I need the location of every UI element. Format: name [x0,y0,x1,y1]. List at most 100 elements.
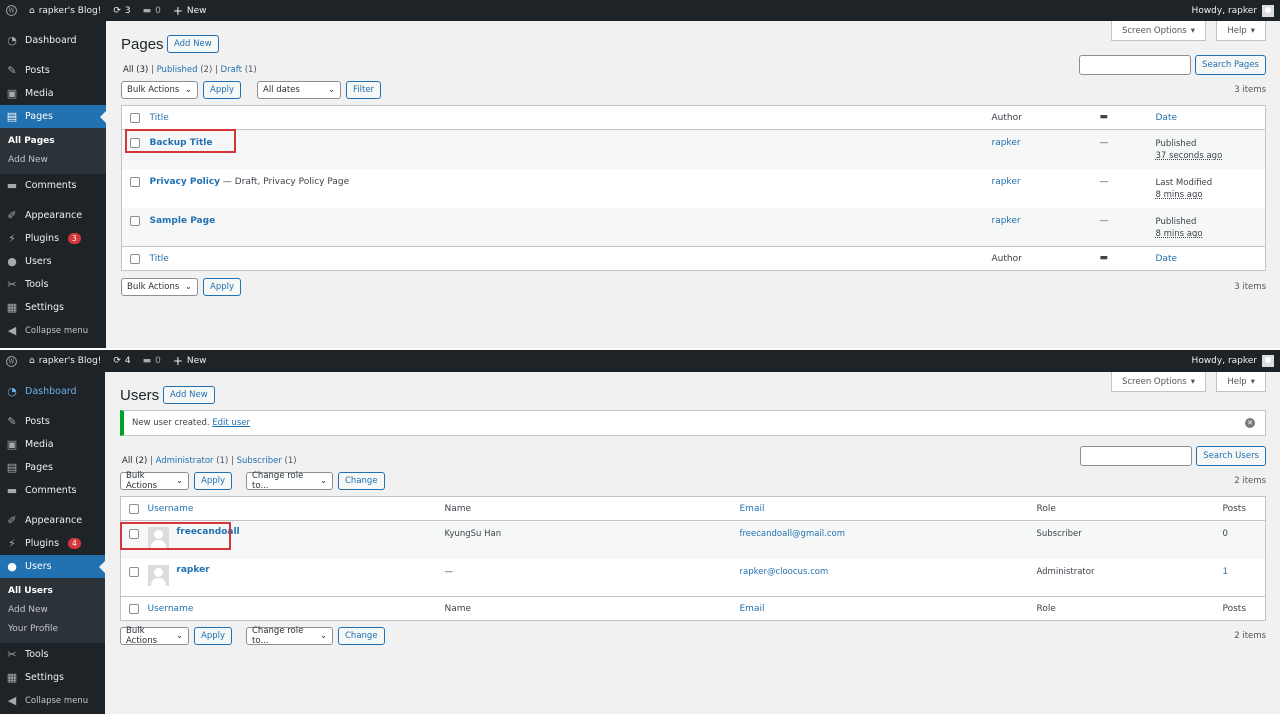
menu-tools[interactable]: ✂ Tools [0,643,105,666]
submenu-add-new[interactable]: Add New [0,601,105,620]
author-link[interactable]: rapker [992,177,1021,187]
row-checkbox[interactable] [129,529,139,539]
menu-pages[interactable]: ▤ Pages [0,456,105,479]
menu-tools[interactable]: ✂ Tools [0,273,106,296]
select-all-checkbox[interactable] [129,504,139,514]
filter-draft[interactable]: Draft (1) [221,65,257,75]
site-name-link[interactable]: ⌂ rapker's Blog! [23,0,107,21]
help-button[interactable]: Help ▾ [1216,372,1266,392]
bulk-actions-select[interactable]: Bulk Actions ⌄ [120,471,189,491]
help-button[interactable]: Help ▾ [1216,21,1266,41]
updates-link[interactable]: ⟳ 4 [107,350,136,372]
page-title-link[interactable]: Sample Page [150,216,216,226]
select-all-checkbox-footer[interactable] [129,604,139,614]
menu-comments[interactable]: ▬ Comments [0,479,105,502]
wordpress-logo-icon[interactable]: W [0,350,23,372]
filter-all[interactable]: All (3) [123,65,148,75]
menu-appearance[interactable]: ✐ Appearance [0,509,105,532]
my-account[interactable]: Howdy, rapker [1192,4,1280,17]
change-role-button[interactable]: Change [338,472,385,490]
row-checkbox[interactable] [130,176,140,187]
edit-user-link[interactable]: Edit user [212,418,250,428]
menu-plugins[interactable]: ⚡ Plugins 4 [0,532,105,555]
comments-column-icon[interactable]: ▬ [1100,247,1156,271]
author-link[interactable]: rapker [992,138,1021,148]
menu-collapse[interactable]: ◀ Collapse menu [0,689,105,712]
filter-published[interactable]: Published (2) [157,65,213,75]
title-column-footer[interactable]: Title [150,254,169,264]
apply-button[interactable]: Apply [203,81,241,99]
bulk-actions-select-bottom[interactable]: Bulk Actions ⌄ [121,278,198,296]
menu-plugins[interactable]: ⚡ Plugins 3 [0,227,106,250]
submenu-your-profile[interactable]: Your Profile [0,620,105,639]
email-link[interactable]: rapker@cloocus.com [740,567,829,577]
username-column-header[interactable]: Username [148,504,194,514]
search-pages-input[interactable] [1079,55,1192,75]
page-title-link[interactable]: Backup Title [150,138,213,148]
apply-button[interactable]: Apply [194,472,232,490]
menu-dashboard[interactable]: ◔ Dashboard [0,380,105,403]
change-role-select[interactable]: Change role to... ⌄ [246,471,333,491]
menu-settings[interactable]: ▦ Settings [0,666,105,689]
site-name-link[interactable]: ⌂ rapker's Blog! [23,350,107,372]
posts-count-link[interactable]: 1 [1223,567,1228,577]
bulk-actions-select-bottom[interactable]: Bulk Actions ⌄ [120,626,189,646]
menu-dashboard[interactable]: ◔ Dashboard [0,29,106,52]
apply-button-bottom[interactable]: Apply [194,627,232,645]
new-content-link[interactable]: + New [167,0,213,21]
filter-subscriber[interactable]: Subscriber (1) [237,456,297,466]
add-new-user-button[interactable]: Add New [163,386,215,404]
search-users-input[interactable] [1080,446,1193,466]
email-link[interactable]: freecandoall@gmail.com [740,529,846,539]
menu-users[interactable]: ● Users [0,250,106,273]
menu-settings[interactable]: ▦ Settings [0,296,106,319]
filter-all[interactable]: All (2) [122,456,147,466]
updates-link[interactable]: ⟳ 3 [107,0,136,21]
menu-comments[interactable]: ▬ Comments [0,174,106,197]
row-checkbox[interactable] [130,138,140,148]
comments-link[interactable]: ▬ 0 [137,0,167,21]
submenu-add-new[interactable]: Add New [0,151,106,170]
title-column-header[interactable]: Title [150,113,169,123]
menu-users[interactable]: ● Users [0,555,105,578]
username-column-footer[interactable]: Username [148,604,194,614]
filter-button[interactable]: Filter [346,81,382,99]
comments-column-icon[interactable]: ▬ [1100,106,1156,130]
dismiss-icon[interactable]: ✕ [1245,418,1255,428]
email-column-footer[interactable]: Email [740,604,765,614]
my-account[interactable]: Howdy, rapker [1192,355,1280,367]
change-role-button-bottom[interactable]: Change [338,627,385,645]
change-role-select-bottom[interactable]: Change role to... ⌄ [246,626,333,646]
bulk-actions-select[interactable]: Bulk Actions ⌄ [121,81,198,99]
menu-posts[interactable]: ✎ Posts [0,410,105,433]
author-link[interactable]: rapker [992,216,1021,226]
menu-appearance[interactable]: ✐ Appearance [0,204,106,227]
select-all-checkbox-footer[interactable] [130,254,140,264]
row-checkbox[interactable] [130,215,140,226]
date-filter-select[interactable]: All dates ⌄ [257,81,341,99]
screen-options-button[interactable]: Screen Options ▾ [1110,372,1206,392]
apply-button-bottom[interactable]: Apply [203,278,241,296]
username-link[interactable]: freecandoall [176,527,239,537]
row-checkbox[interactable] [129,566,139,577]
page-title-link[interactable]: Privacy Policy [150,177,221,187]
search-users-button[interactable]: Search Users [1196,446,1266,466]
select-all-checkbox[interactable] [130,113,140,123]
menu-posts[interactable]: ✎ Posts [0,59,106,82]
email-column-header[interactable]: Email [740,504,765,514]
submenu-all-pages[interactable]: All Pages [0,132,106,151]
screen-options-button[interactable]: Screen Options ▾ [1110,21,1206,41]
menu-media[interactable]: ▣ Media [0,433,105,456]
menu-media[interactable]: ▣ Media [0,82,106,105]
wordpress-logo-icon[interactable]: W [0,0,23,21]
add-new-page-button[interactable]: Add New [167,35,219,53]
new-content-link[interactable]: + New [167,350,213,372]
comments-link[interactable]: ▬ 0 [137,350,167,372]
username-link[interactable]: rapker [176,565,209,575]
filter-administrator[interactable]: Administrator (1) [156,456,229,466]
submenu-all-users[interactable]: All Users [0,582,105,601]
menu-collapse[interactable]: ◀ Collapse menu [0,319,106,342]
date-column-header[interactable]: Date [1156,113,1178,123]
menu-pages[interactable]: ▤ Pages [0,105,106,128]
date-column-footer[interactable]: Date [1156,254,1178,264]
